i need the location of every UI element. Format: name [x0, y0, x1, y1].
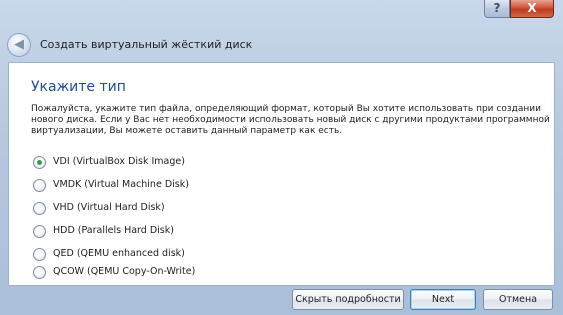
back-arrow-icon: ◀: [14, 37, 24, 52]
page-title: Укажите тип: [31, 79, 126, 95]
cancel-button[interactable]: Отмена: [483, 289, 553, 310]
wizard-header: ◀ Создать виртуальный жёсткий диск: [0, 28, 563, 62]
page-description: Пожалуйста, укажите тип файла, определяю…: [31, 104, 550, 136]
radio-button[interactable]: [33, 202, 46, 215]
radio-button[interactable]: [33, 225, 46, 238]
radio-label: QCOW (QEMU Copy-On-Write): [53, 266, 196, 277]
wizard-content: Укажите тип Пожалуйста, укажите тип файл…: [8, 62, 555, 286]
radio-button[interactable]: [33, 156, 46, 169]
next-button[interactable]: Next: [410, 289, 476, 310]
radio-label: VMDK (Virtual Machine Disk): [53, 179, 189, 190]
dialog-window: ? X ◀ Создать виртуальный жёсткий диск У…: [0, 0, 563, 315]
radio-button[interactable]: [33, 248, 46, 261]
radio-label: QED (QEMU enhanced disk): [53, 248, 185, 259]
help-button[interactable]: ?: [484, 0, 510, 18]
wizard-title: Создать виртуальный жёсткий диск: [40, 38, 253, 51]
radio-button[interactable]: [33, 179, 46, 192]
radio-label: VDI (VirtualBox Disk Image): [53, 156, 185, 167]
hide-details-button[interactable]: Скрыть подробности: [292, 289, 404, 310]
close-button[interactable]: X: [510, 0, 554, 18]
radio-selected-dot: [37, 160, 42, 165]
radio-button[interactable]: [33, 266, 46, 279]
radio-label: VHD (Virtual Hard Disk): [53, 202, 165, 213]
title-bar: ? X: [0, 0, 563, 28]
back-button[interactable]: ◀: [7, 33, 31, 57]
button-bar: Скрыть подробности Next Отмена: [0, 286, 563, 315]
radio-label: HDD (Parallels Hard Disk): [53, 225, 174, 236]
